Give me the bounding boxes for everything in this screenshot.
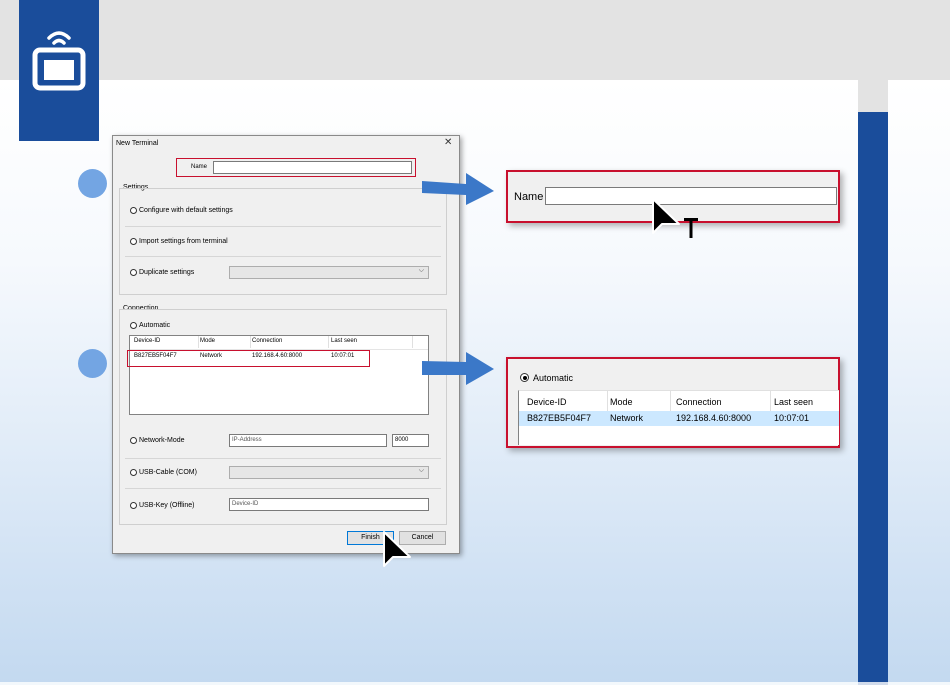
step-marker-2: [78, 349, 107, 378]
chevron-down-icon: ⌵: [418, 267, 424, 274]
column-connection[interactable]: Connection: [252, 338, 282, 344]
mouse-pointer-icon: [652, 198, 680, 234]
zoom-automatic-radio[interactable]: [520, 373, 529, 382]
network-mode-radio[interactable]: [130, 437, 137, 444]
automatic-radio[interactable]: [130, 322, 137, 329]
ip-address-input[interactable]: IP-Address: [229, 434, 387, 447]
settings-divider-2: [125, 256, 441, 257]
zoom-column-device-id[interactable]: Device-ID: [527, 397, 567, 407]
zoom-automatic-label: Automatic: [533, 373, 574, 383]
terminal-wifi-icon: [32, 31, 86, 91]
side-stripe: [858, 112, 888, 685]
column-separator: [198, 336, 199, 348]
zoom-column-mode[interactable]: Mode: [610, 397, 633, 407]
zoom-name-label: Name: [514, 191, 544, 203]
column-separator: [250, 336, 251, 348]
device-id-input[interactable]: Device-ID: [229, 498, 429, 511]
column-separator: [670, 391, 671, 411]
usb-key-label: USB-Key (Offline): [139, 502, 195, 509]
column-mode[interactable]: Mode: [200, 338, 215, 344]
column-separator: [770, 391, 771, 411]
zoom-row-last-seen: 10:07:01: [774, 413, 810, 423]
column-last-seen[interactable]: Last seen: [331, 338, 357, 344]
port-input[interactable]: 8000: [392, 434, 429, 447]
zoom-name-input[interactable]: [545, 187, 837, 205]
zoom-device-list[interactable]: Device-ID Mode Connection Last seen B827…: [518, 390, 839, 445]
arrow-to-name-zoom: [422, 173, 494, 205]
zoom-column-last-seen[interactable]: Last seen: [774, 397, 813, 407]
column-separator: [328, 336, 329, 348]
zoom-row-mode: Network: [610, 413, 644, 423]
device-list[interactable]: Device-ID Mode Connection Last seen B827…: [129, 335, 429, 415]
chevron-down-icon: ⌵: [418, 467, 424, 474]
default-settings-label: Configure with default settings: [139, 207, 233, 214]
header-bar: [0, 0, 950, 80]
close-icon[interactable]: ✕: [444, 137, 452, 148]
automatic-label: Automatic: [139, 322, 171, 329]
dialog-title: New Terminal: [116, 140, 159, 147]
column-device-id[interactable]: Device-ID: [134, 338, 160, 344]
network-mode-label: Network-Mode: [139, 437, 185, 444]
zoom-column-connection[interactable]: Connection: [676, 397, 722, 407]
zoom-row-connection: 192.168.4.60:8000: [676, 413, 752, 423]
usb-cable-radio[interactable]: [130, 469, 137, 476]
usb-cable-label: USB-Cable (COM): [139, 469, 197, 476]
default-settings-radio[interactable]: [130, 207, 137, 214]
step-marker-1: [78, 169, 107, 198]
table-row[interactable]: B827EB5F04F7 Network 192.168.4.60:8000 1…: [519, 411, 839, 426]
duplicate-settings-label: Duplicate settings: [139, 269, 195, 276]
import-settings-radio[interactable]: [130, 238, 137, 245]
column-separator: [607, 391, 608, 411]
new-terminal-dialog: New Terminal ✕ Name Settings Configure w…: [112, 135, 460, 554]
arrow-to-automatic-zoom: [422, 352, 494, 385]
device-row-highlight: [127, 350, 370, 367]
automatic-zoom-panel: Automatic Device-ID Mode Connection Last…: [506, 357, 840, 448]
usb-key-radio[interactable]: [130, 502, 137, 509]
zoom-row-device-id: B827EB5F04F7: [527, 413, 592, 423]
import-settings-label: Import settings from terminal: [139, 238, 228, 245]
connection-divider-1: [125, 458, 441, 459]
usb-cable-select[interactable]: ⌵: [229, 466, 429, 479]
brand-logo-block: [19, 0, 99, 141]
mouse-pointer-icon: [383, 531, 411, 567]
duplicate-settings-radio[interactable]: [130, 269, 137, 276]
text-cursor-icon: [684, 218, 698, 238]
connection-divider-2: [125, 488, 441, 489]
duplicate-settings-select[interactable]: ⌵: [229, 266, 429, 279]
column-separator: [412, 336, 413, 348]
side-tab-gray: [858, 80, 888, 112]
settings-divider-1: [125, 226, 441, 227]
name-highlight: [176, 158, 416, 177]
